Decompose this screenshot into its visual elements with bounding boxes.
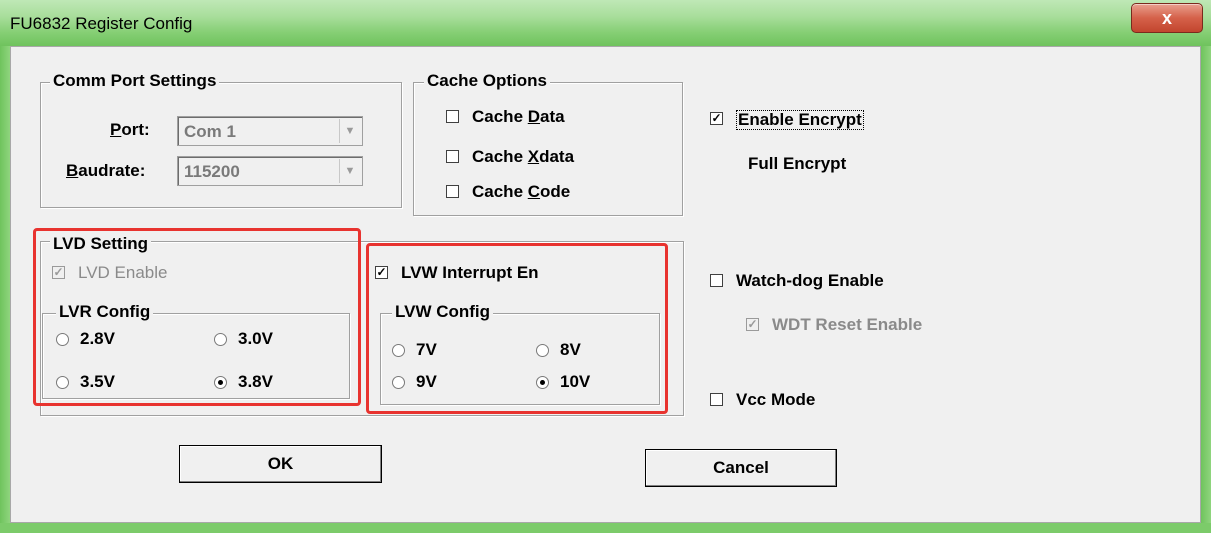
checkmark-icon[interactable]: ✓ [710,112,723,125]
cache-xdata-label: Cache Xdata [472,147,575,166]
radio-icon[interactable] [56,333,69,346]
window-frame-right [1201,46,1211,533]
lvr-option-label: 3.5V [80,372,115,391]
port-label-rest: ort: [121,120,150,139]
lvw-interrupt-label: LVW Interrupt En [401,263,539,282]
port-label: Port: [110,120,150,139]
wdt-reset-label: WDT Reset Enable [772,315,923,334]
checkbox-icon[interactable] [710,393,723,406]
vcc-mode-label: Vcc Mode [736,390,816,409]
radio-icon[interactable] [392,344,405,357]
ok-button[interactable]: OK [179,445,382,483]
close-button[interactable]: x [1131,3,1203,33]
window-title: FU6832 Register Config [10,14,193,33]
baudrate-select[interactable]: 115200 ▼ [177,156,363,186]
checkmark-icon[interactable]: ✓ [375,266,388,279]
window-frame-bottom [0,523,1211,533]
checkbox-icon[interactable] [710,274,723,287]
checkbox-icon[interactable] [446,185,459,198]
port-select-value: Com 1 [184,122,236,141]
lvw-option-label: 8V [560,340,581,359]
radio-selected-icon[interactable] [536,376,549,389]
chevron-down-icon[interactable]: ▼ [339,119,360,143]
radio-icon[interactable] [56,376,69,389]
enable-encrypt-label: Enable Encrypt [736,110,864,130]
lvr-option-label: 2.8V [80,329,115,348]
cache-code-label: Cache Code [472,182,571,201]
checkbox-icon[interactable] [446,150,459,163]
lvw-config-group [380,313,660,405]
baudrate-label: Baudrate: [66,161,146,180]
cache-data-label: Cache Data [472,107,565,126]
checkbox-icon[interactable] [446,110,459,123]
port-select[interactable]: Com 1 ▼ [177,116,363,146]
radio-selected-icon[interactable] [214,376,227,389]
cache-options-group-title: Cache Options [424,72,550,90]
checkmark-icon[interactable]: ✓ [52,266,65,279]
radio-icon[interactable] [392,376,405,389]
baudrate-label-rest: audrate: [78,161,146,180]
chevron-down-icon[interactable]: ▼ [339,159,360,183]
lvw-option-label: 7V [416,340,437,359]
lvr-option-label: 3.8V [238,372,273,391]
full-encrypt-text: Full Encrypt [748,154,847,173]
lvw-option-label: 9V [416,372,437,391]
lvd-setting-title: LVD Setting [50,235,152,253]
watchdog-enable-label: Watch-dog Enable [736,271,884,290]
lvw-config-title: LVW Config [392,303,494,321]
close-icon: x [1161,7,1172,28]
radio-icon[interactable] [214,333,227,346]
lvr-config-title: LVR Config [56,303,154,321]
cancel-button[interactable]: Cancel [645,449,837,487]
lvd-enable-label: LVD Enable [78,263,168,282]
checkmark-icon[interactable]: ✓ [746,318,759,331]
window-frame-left [0,46,10,533]
lvw-option-label: 10V [560,372,591,391]
radio-icon[interactable] [536,344,549,357]
lvr-option-label: 3.0V [238,329,273,348]
baudrate-select-value: 115200 [184,162,240,181]
comm-port-group-title: Comm Port Settings [50,72,220,90]
